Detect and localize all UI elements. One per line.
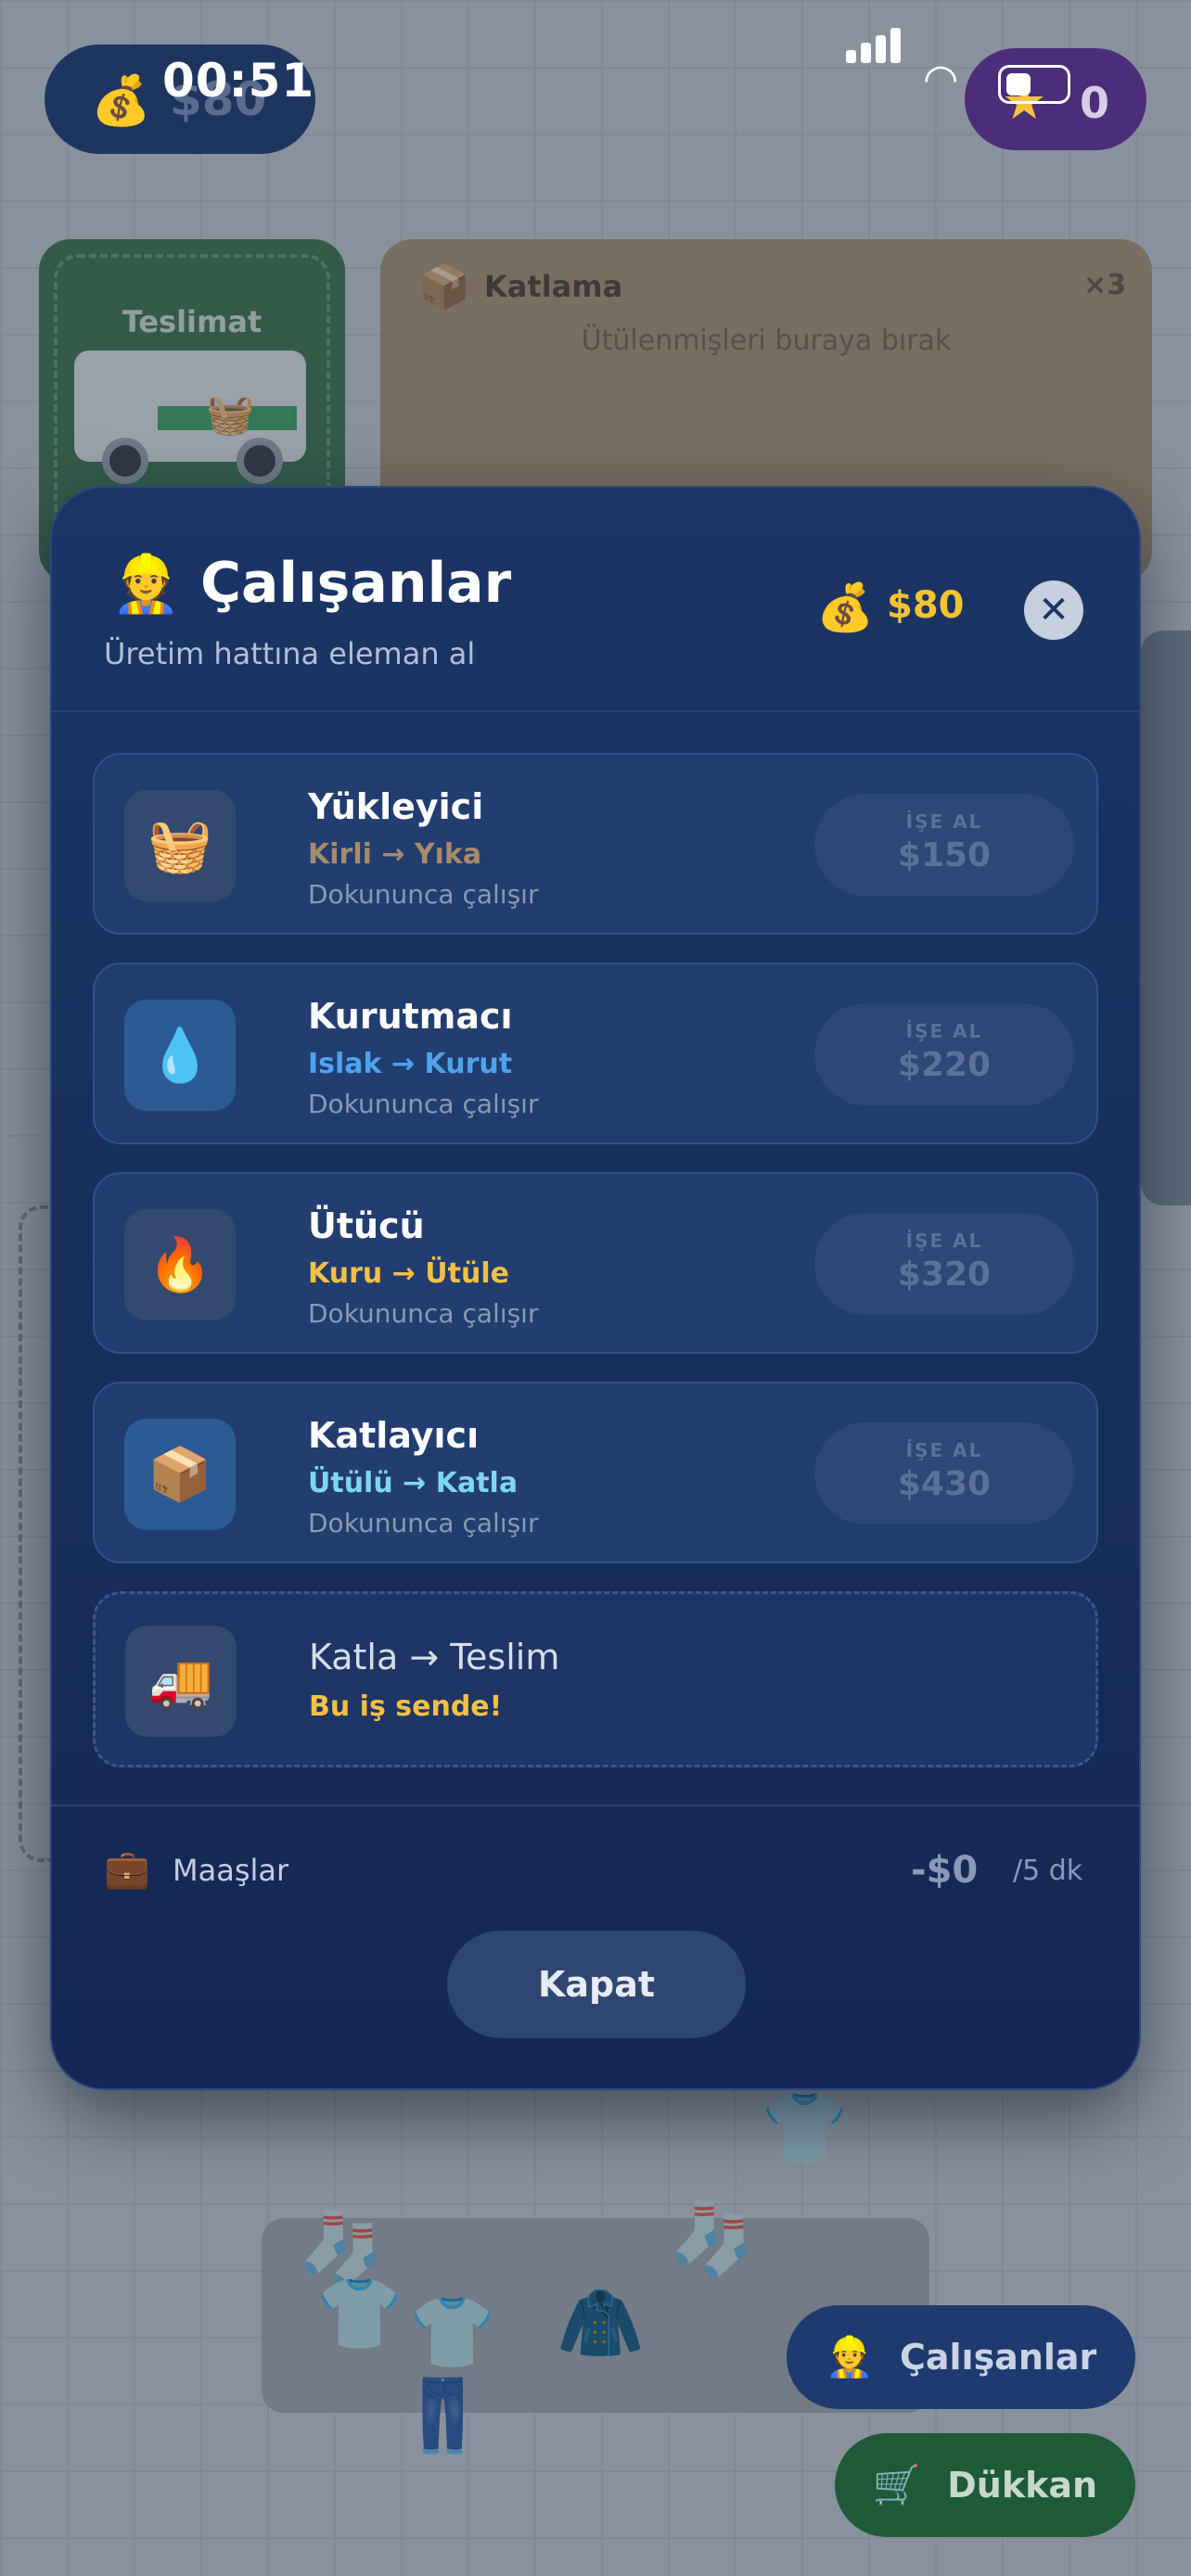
worker-row-folder: 📦 Katlayıcı Ütülü → Katla Dokununca çalı… xyxy=(93,1382,1098,1563)
worker-note: Dokununca çalışır xyxy=(308,1298,539,1329)
worker-flow: Kirli → Yıka xyxy=(308,838,482,871)
star-count: 0 xyxy=(1079,78,1109,128)
wifi-icon: ◠ xyxy=(923,56,959,103)
hire-label: İŞE AL xyxy=(905,1230,983,1252)
worker-icon: 👷 xyxy=(825,2334,874,2379)
close-icon[interactable]: ✕ xyxy=(1024,580,1083,640)
hire-button[interactable]: İŞE AL $430 xyxy=(814,1422,1074,1524)
worker-note: Dokununca çalışır xyxy=(308,1089,539,1119)
worker-flow: Kuru → Ütüle xyxy=(308,1257,509,1290)
worker-name: Ütücü xyxy=(308,1205,425,1246)
modal-subtitle: Üretim hattına eleman al xyxy=(104,636,476,671)
shop-button-label: Dükkan xyxy=(947,2465,1098,2506)
worker-row-dryer: 💧 Kurutmacı Islak → Kurut Dokununca çalı… xyxy=(93,963,1098,1144)
salaries-label: Maaşlar xyxy=(173,1853,289,1888)
workers-modal: 👷 Çalışanlar Üretim hattına eleman al 💰 … xyxy=(50,486,1141,2090)
money-bag-icon: 💰 xyxy=(816,580,875,634)
worker-note: Dokununca çalışır xyxy=(308,1508,539,1538)
hire-price: $150 xyxy=(897,836,992,874)
modal-title: Çalışanlar xyxy=(200,551,512,616)
status-bar: 💰 $80 00:51 ◠ ★ 0 xyxy=(0,0,1191,154)
truck-icon: 🚚 xyxy=(125,1626,237,1737)
briefcase-icon: 💼 xyxy=(104,1848,150,1891)
modal-money: $80 xyxy=(887,584,965,627)
fire-icon: 🔥 xyxy=(124,1209,236,1320)
hire-label: İŞE AL xyxy=(905,1439,983,1461)
worker-flow: Islak → Kurut xyxy=(308,1048,513,1080)
status-time: 00:51 xyxy=(162,54,315,108)
shop-button[interactable]: 🛒 Dükkan xyxy=(835,2433,1135,2537)
salary-footer: 💼 Maaşlar -$0 /5 dk xyxy=(52,1804,1139,1892)
cart-icon: 🛒 xyxy=(872,2462,922,2507)
worker-name: Katlayıcı xyxy=(308,1415,480,1456)
hire-button[interactable]: İŞE AL $320 xyxy=(814,1213,1074,1315)
worker-row-loader: 🧺 Yükleyici Kirli → Yıka Dokununca çalış… xyxy=(93,753,1098,935)
hire-button[interactable]: İŞE AL $150 xyxy=(814,794,1074,896)
money-bag-icon: 💰 xyxy=(91,73,151,129)
self-task-note: Bu iş sende! xyxy=(309,1690,503,1723)
basket-icon: 🧺 xyxy=(124,790,236,901)
worker-row-ironer: 🔥 Ütücü Kuru → Ütüle Dokununca çalışır İ… xyxy=(93,1172,1098,1354)
box-icon: 📦 xyxy=(124,1419,236,1530)
worker-name: Yükleyici xyxy=(308,786,484,827)
worker-name: Kurutmacı xyxy=(308,996,513,1037)
self-task-flow: Katla → Teslim xyxy=(309,1637,560,1677)
workers-button-label: Çalışanlar xyxy=(899,2337,1097,2378)
hire-price: $430 xyxy=(897,1465,992,1503)
hire-button[interactable]: İŞE AL $220 xyxy=(814,1003,1074,1105)
salaries-amount: -$0 xyxy=(911,1849,979,1892)
hire-label: İŞE AL xyxy=(905,810,983,833)
workers-button[interactable]: 👷 Çalışanlar xyxy=(787,2305,1135,2409)
worker-flow: Ütülü → Katla xyxy=(308,1467,519,1499)
battery-icon xyxy=(998,65,1070,104)
self-task-row: 🚚 Katla → Teslim Bu iş sende! xyxy=(93,1591,1098,1767)
close-button[interactable]: Kapat xyxy=(447,1931,746,2038)
hire-price: $320 xyxy=(897,1256,992,1294)
modal-header: 👷 Çalışanlar Üretim hattına eleman al 💰 … xyxy=(52,488,1139,712)
worker-note: Dokununca çalışır xyxy=(308,879,539,910)
salaries-period: /5 dk xyxy=(1013,1855,1083,1887)
hire-price: $220 xyxy=(897,1046,992,1084)
hire-label: İŞE AL xyxy=(905,1020,983,1042)
droplet-icon: 💧 xyxy=(124,1000,236,1111)
worker-icon: 👷 xyxy=(111,552,181,617)
